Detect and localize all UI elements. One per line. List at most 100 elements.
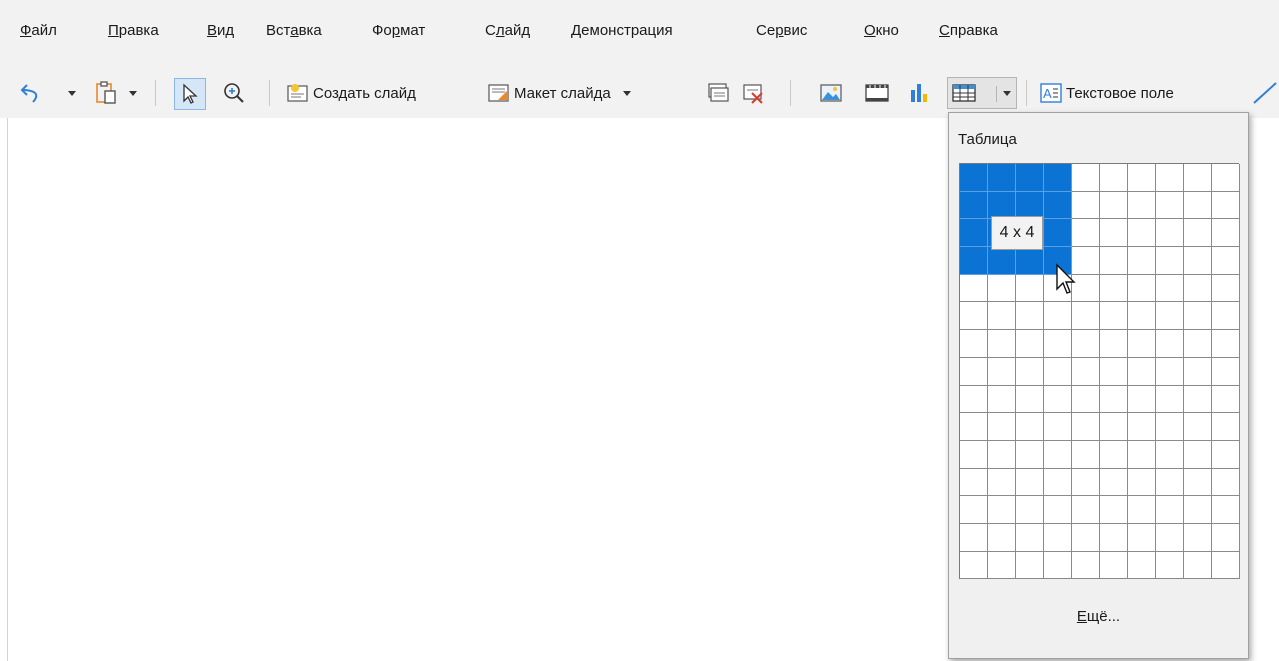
paste-icon[interactable] bbox=[93, 79, 119, 107]
table-grid-cell[interactable] bbox=[1100, 164, 1128, 192]
table-grid-cell[interactable] bbox=[1072, 468, 1100, 497]
table-grid-cell[interactable] bbox=[1100, 385, 1128, 414]
table-grid-cell[interactable] bbox=[1100, 274, 1128, 303]
table-grid-cell[interactable] bbox=[1044, 219, 1072, 248]
table-grid-cell[interactable] bbox=[1184, 440, 1212, 469]
table-grid-cell[interactable] bbox=[1072, 164, 1100, 192]
line-icon[interactable] bbox=[1252, 80, 1278, 106]
table-grid-cell[interactable] bbox=[1212, 385, 1240, 414]
table-grid-cell[interactable] bbox=[1100, 357, 1128, 386]
table-grid-cell[interactable] bbox=[1072, 302, 1100, 331]
table-grid-cell[interactable] bbox=[1184, 523, 1212, 552]
menu-edit[interactable]: Правка bbox=[108, 22, 159, 40]
table-grid-cell[interactable] bbox=[1128, 302, 1156, 331]
table-grid-cell[interactable] bbox=[1128, 357, 1156, 386]
table-grid-cell[interactable] bbox=[1044, 357, 1072, 386]
zoom-icon[interactable] bbox=[221, 80, 247, 106]
table-grid-cell[interactable] bbox=[1184, 274, 1212, 303]
table-grid-cell[interactable] bbox=[1128, 330, 1156, 358]
menu-slideshow[interactable]: Демонстрация bbox=[571, 22, 673, 40]
table-grid-cell[interactable] bbox=[1044, 551, 1072, 580]
table-grid-cell[interactable] bbox=[1128, 164, 1156, 192]
table-grid-cell[interactable] bbox=[1156, 496, 1184, 524]
table-grid-cell[interactable] bbox=[960, 191, 988, 220]
table-grid-cell[interactable] bbox=[1016, 357, 1044, 386]
table-grid-cell[interactable] bbox=[988, 551, 1016, 580]
table-dropdown-arrow[interactable] bbox=[1003, 91, 1011, 96]
table-grid-cell[interactable] bbox=[988, 385, 1016, 414]
table-grid-cell[interactable] bbox=[1212, 274, 1240, 303]
table-grid-cell[interactable] bbox=[1212, 302, 1240, 331]
table-grid-cell[interactable] bbox=[988, 496, 1016, 524]
table-grid-cell[interactable] bbox=[1212, 219, 1240, 248]
table-grid-cell[interactable] bbox=[1184, 385, 1212, 414]
menu-slide[interactable]: Слайд bbox=[485, 22, 530, 40]
table-grid-cell[interactable] bbox=[1072, 219, 1100, 248]
table-grid-cell[interactable] bbox=[1156, 385, 1184, 414]
table-grid-cell[interactable] bbox=[1156, 219, 1184, 248]
table-grid-cell[interactable] bbox=[1156, 413, 1184, 441]
table-grid-cell[interactable] bbox=[1184, 413, 1212, 441]
table-grid-cell[interactable] bbox=[1044, 413, 1072, 441]
table-grid-cell[interactable] bbox=[1184, 496, 1212, 524]
table-grid-cell[interactable] bbox=[960, 219, 988, 248]
table-grid-cell[interactable] bbox=[1016, 274, 1044, 303]
table-grid-cell[interactable] bbox=[1156, 330, 1184, 358]
table-grid-cell[interactable] bbox=[1016, 468, 1044, 497]
table-grid-cell[interactable] bbox=[1184, 330, 1212, 358]
table-grid-cell[interactable] bbox=[988, 302, 1016, 331]
table-grid-cell[interactable] bbox=[1044, 330, 1072, 358]
table-grid-cell[interactable] bbox=[960, 247, 988, 275]
table-grid-cell[interactable] bbox=[1128, 247, 1156, 275]
table-grid-cell[interactable] bbox=[1212, 440, 1240, 469]
table-grid-cell[interactable] bbox=[960, 302, 988, 331]
table-grid-cell[interactable] bbox=[960, 274, 988, 303]
menu-window[interactable]: Окно bbox=[864, 22, 899, 40]
table-grid-cell[interactable] bbox=[960, 164, 988, 192]
table-grid-cell[interactable] bbox=[988, 468, 1016, 497]
table-grid-cell[interactable] bbox=[1016, 385, 1044, 414]
table-grid-cell[interactable] bbox=[1212, 523, 1240, 552]
table-grid-cell[interactable] bbox=[1156, 523, 1184, 552]
table-grid-cell[interactable] bbox=[1184, 191, 1212, 220]
table-grid-cell[interactable] bbox=[1072, 496, 1100, 524]
table-grid-cell[interactable] bbox=[1184, 551, 1212, 580]
menu-tools[interactable]: Сервис bbox=[756, 22, 807, 40]
table-grid-cell[interactable] bbox=[1128, 551, 1156, 580]
table-grid-cell[interactable] bbox=[988, 357, 1016, 386]
menu-format[interactable]: Формат bbox=[372, 22, 425, 40]
table-grid-cell[interactable] bbox=[1212, 247, 1240, 275]
table-grid-cell[interactable] bbox=[1044, 468, 1072, 497]
table-grid-cell[interactable] bbox=[988, 440, 1016, 469]
table-grid-cell[interactable] bbox=[1212, 164, 1240, 192]
table-grid-cell[interactable] bbox=[1100, 219, 1128, 248]
table-grid-cell[interactable] bbox=[1072, 523, 1100, 552]
table-grid-cell[interactable] bbox=[1128, 413, 1156, 441]
table-grid-cell[interactable] bbox=[988, 274, 1016, 303]
table-grid-cell[interactable] bbox=[1016, 551, 1044, 580]
menu-help[interactable]: Справка bbox=[939, 22, 998, 40]
table-grid-cell[interactable] bbox=[1128, 523, 1156, 552]
table-grid-cell[interactable] bbox=[1100, 247, 1128, 275]
table-grid-cell[interactable] bbox=[1072, 330, 1100, 358]
undo-dropdown-arrow[interactable] bbox=[66, 88, 78, 98]
table-grid-cell[interactable] bbox=[988, 330, 1016, 358]
table-grid-cell[interactable] bbox=[1128, 496, 1156, 524]
table-grid-cell[interactable] bbox=[1156, 302, 1184, 331]
table-grid-cell[interactable] bbox=[1072, 551, 1100, 580]
table-grid-cell[interactable] bbox=[1128, 219, 1156, 248]
table-grid-cell[interactable] bbox=[1100, 191, 1128, 220]
table-grid-cell[interactable] bbox=[960, 440, 988, 469]
table-grid-cell[interactable] bbox=[1100, 523, 1128, 552]
table-grid-cell[interactable] bbox=[1184, 468, 1212, 497]
table-grid-cell[interactable] bbox=[1072, 440, 1100, 469]
table-grid-cell[interactable] bbox=[1016, 247, 1044, 275]
table-grid-cell[interactable] bbox=[1100, 551, 1128, 580]
table-grid-cell[interactable] bbox=[1184, 164, 1212, 192]
table-grid-cell[interactable] bbox=[960, 330, 988, 358]
table-grid-cell[interactable] bbox=[1212, 330, 1240, 358]
table-grid-cell[interactable] bbox=[1100, 413, 1128, 441]
table-grid-cell[interactable] bbox=[1044, 496, 1072, 524]
table-grid-cell[interactable] bbox=[1128, 385, 1156, 414]
menu-view[interactable]: Вид bbox=[207, 22, 234, 40]
